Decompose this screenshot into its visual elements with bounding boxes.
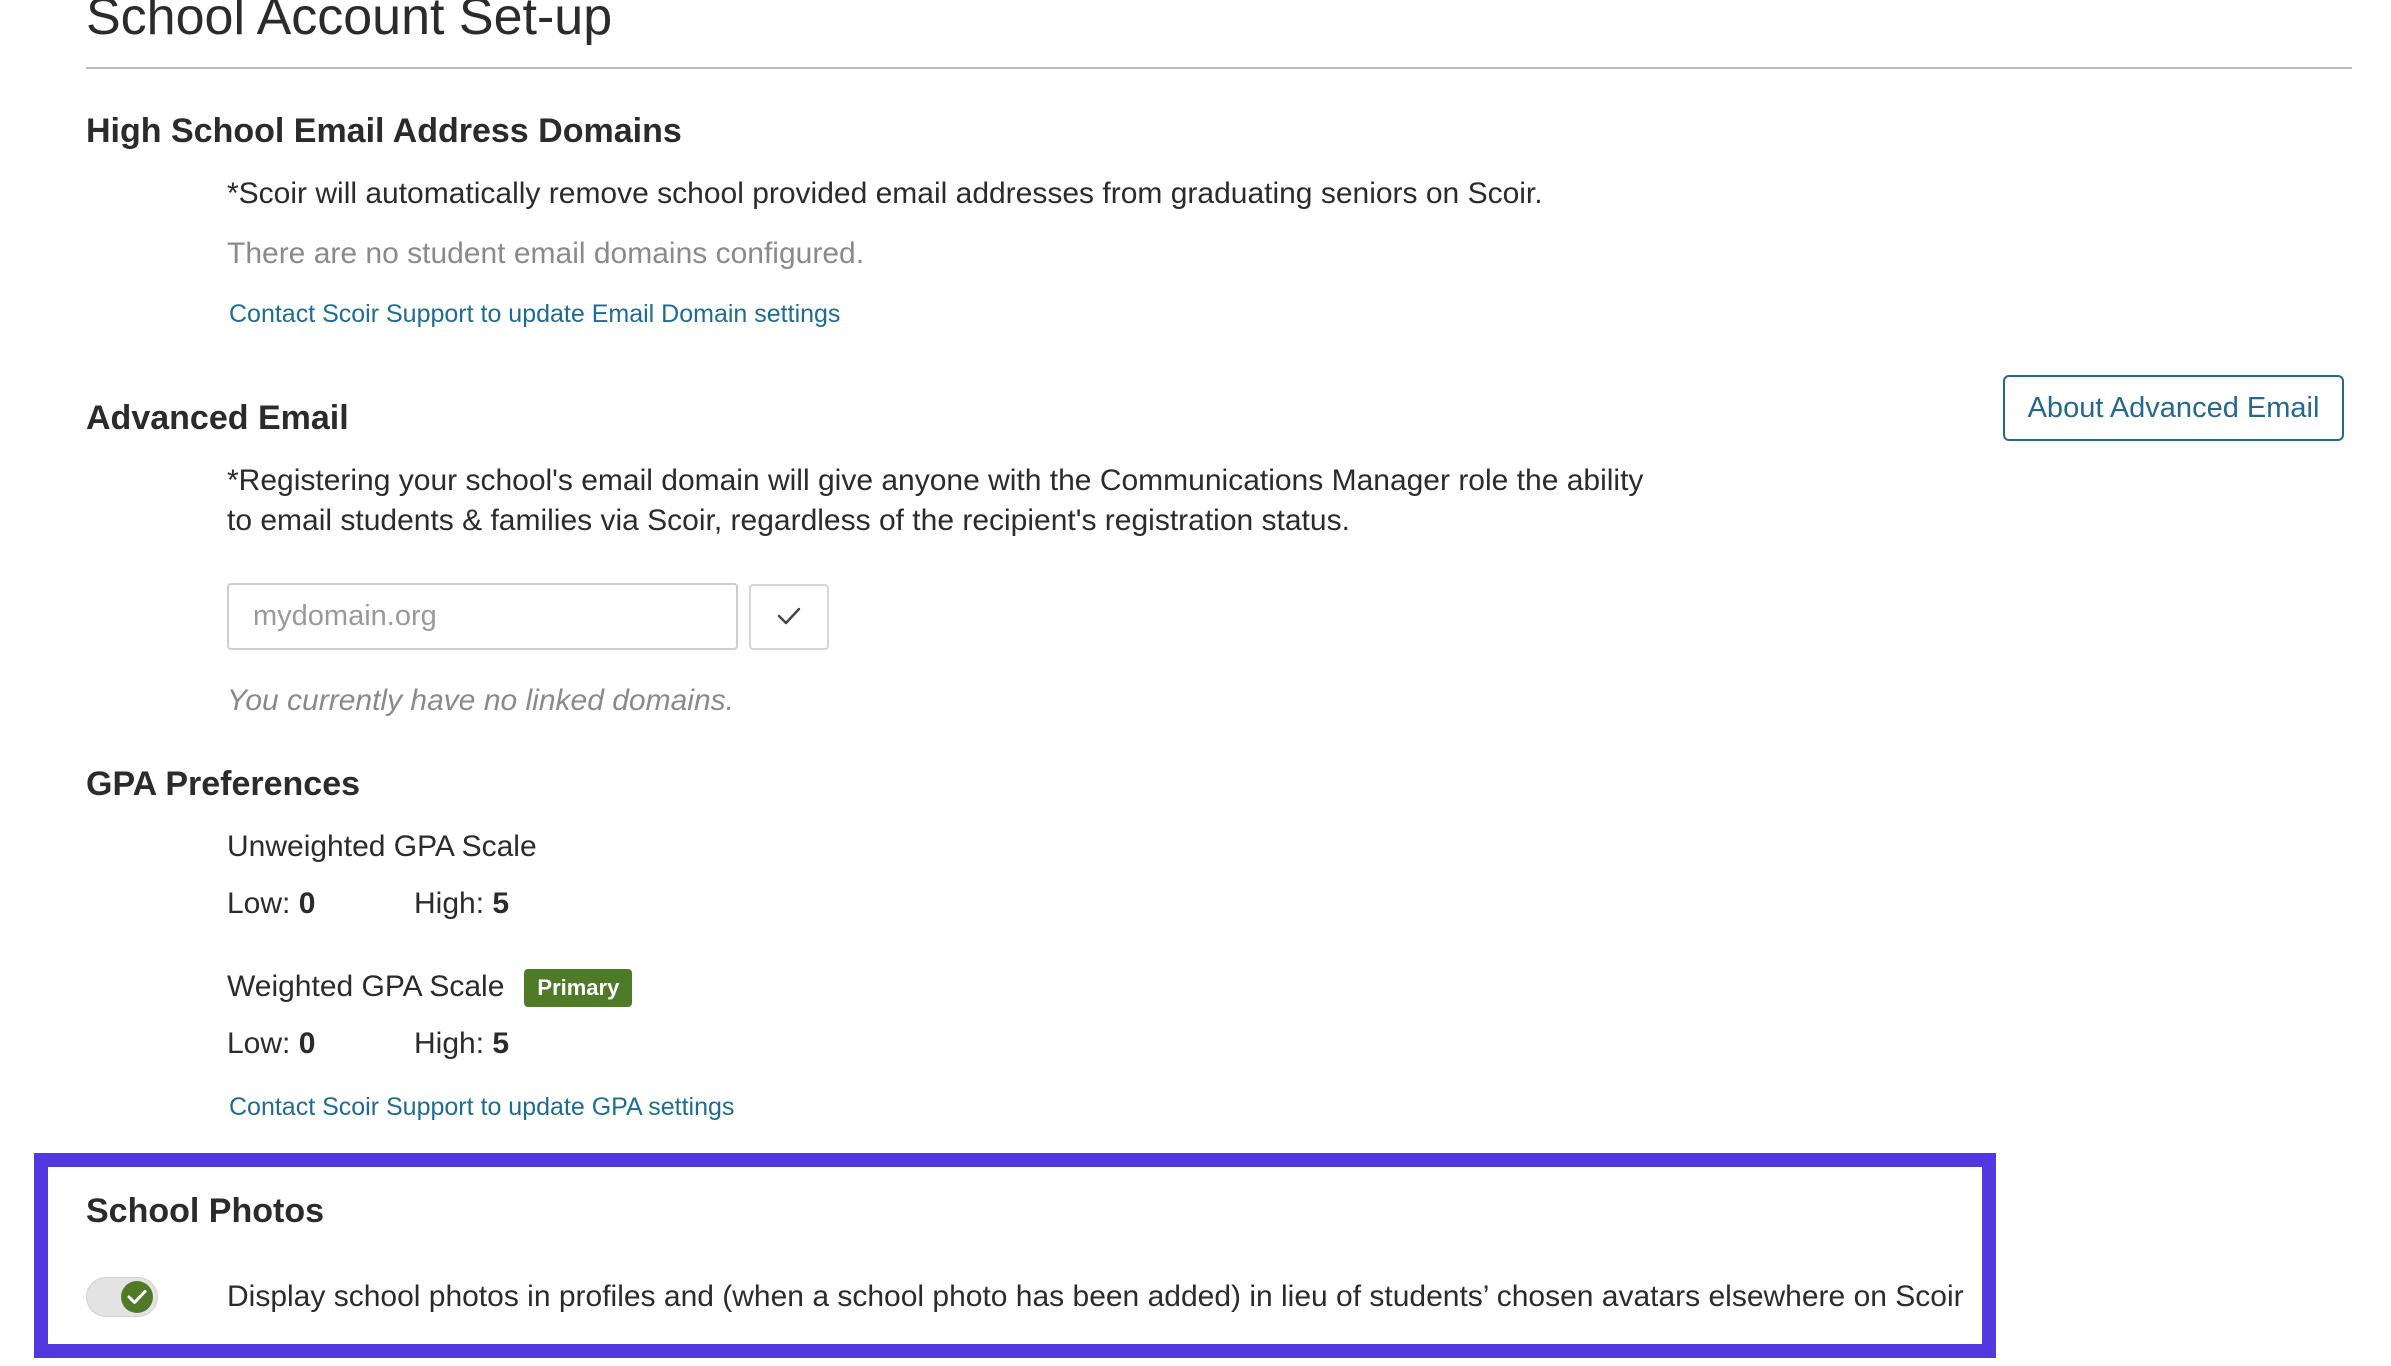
weighted-gpa-label: Weighted GPA Scale	[227, 970, 505, 1003]
school-photos-highlight	[34, 1153, 1996, 1358]
confirm-domain-button[interactable]	[749, 584, 829, 650]
gpa-high-value: 5	[492, 887, 510, 920]
unweighted-gpa-label: Unweighted GPA Scale	[227, 830, 537, 863]
gpa-low-value: 0	[298, 887, 316, 920]
weighted-gpa-row: Weighted GPA Scale Primary	[227, 967, 633, 1008]
unweighted-gpa-high: High: 5	[414, 887, 509, 921]
unweighted-gpa-low: Low: 0	[227, 887, 315, 921]
gpa-support-link[interactable]: Contact Scoir Support to update GPA sett…	[229, 1093, 734, 1122]
gpa-low-label: Low:	[227, 887, 291, 920]
linked-domains-empty-state: You currently have no linked domains.	[227, 684, 734, 717]
about-advanced-email-button[interactable]: About Advanced Email	[2003, 375, 2344, 441]
check-icon	[121, 1281, 153, 1313]
weighted-gpa-high: High: 5	[414, 1027, 509, 1061]
school-photos-heading: School Photos	[86, 1192, 324, 1230]
weighted-gpa-low: Low: 0	[227, 1027, 315, 1061]
advanced-email-note-line1: *Registering your school's email domain …	[227, 464, 1644, 497]
email-domains-support-link[interactable]: Contact Scoir Support to update Email Do…	[229, 300, 840, 329]
email-domains-note: *Scoir will automatically remove school …	[227, 177, 1543, 210]
email-domains-heading: High School Email Address Domains	[86, 112, 682, 150]
advanced-email-note-line2: to email students & families via Scoir, …	[227, 504, 1350, 537]
primary-badge: Primary	[524, 968, 633, 1008]
advanced-email-heading: Advanced Email	[86, 399, 349, 437]
check-icon	[777, 606, 801, 629]
gpa-high-value: 5	[492, 1027, 510, 1060]
page-title: School Account Set-up	[86, 0, 613, 46]
title-divider	[86, 67, 2352, 69]
gpa-high-label: High:	[414, 887, 485, 920]
gpa-high-label: High:	[414, 1027, 485, 1060]
domain-input[interactable]	[227, 583, 738, 650]
email-domains-empty-state: There are no student email domains confi…	[227, 237, 865, 270]
school-photos-description: Display school photos in profiles and (w…	[227, 1280, 1964, 1313]
school-photos-toggle[interactable]	[86, 1277, 158, 1317]
gpa-heading: GPA Preferences	[86, 765, 361, 803]
gpa-low-label: Low:	[227, 1027, 291, 1060]
gpa-low-value: 0	[298, 1027, 316, 1060]
